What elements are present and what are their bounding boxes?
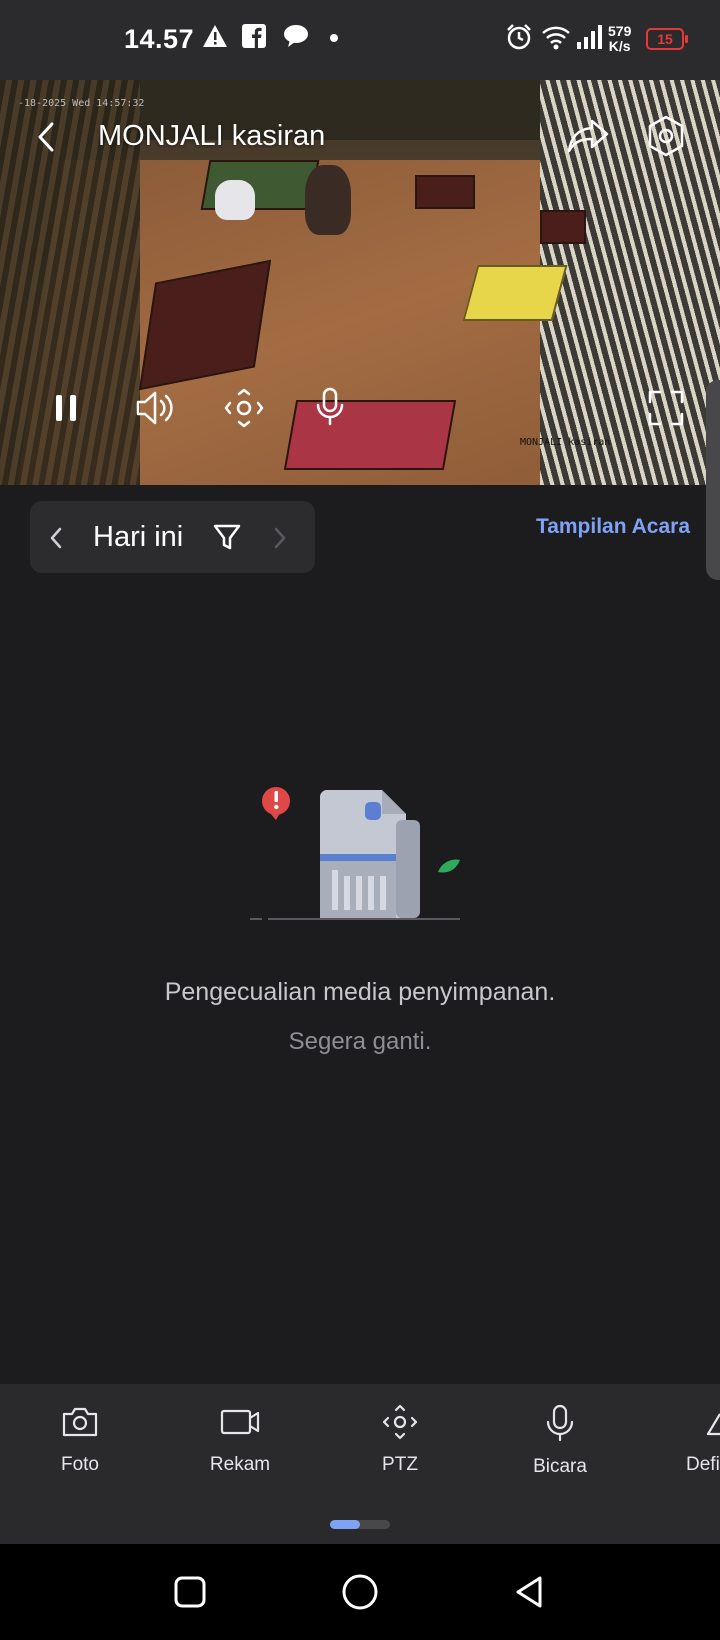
- video-record-icon: [220, 1409, 260, 1435]
- camera-icon: [62, 1407, 98, 1437]
- camera-title: MONJALI kasiran: [98, 120, 326, 152]
- ptz-label: PTZ: [382, 1454, 418, 1475]
- talk-label: Bicara: [533, 1456, 587, 1477]
- side-panel-handle[interactable]: [706, 380, 720, 580]
- photo-label: Foto: [60, 1454, 100, 1475]
- toolbar-page-indicator: [330, 1520, 390, 1529]
- event-view-link[interactable]: Tampilan Acara: [536, 515, 690, 539]
- scene-table: [415, 175, 475, 209]
- home-icon[interactable]: [340, 1572, 380, 1612]
- record-label: Rekam: [209, 1454, 271, 1475]
- volume-icon[interactable]: [134, 388, 178, 428]
- chat-icon: [284, 25, 308, 47]
- network-speed: 579 K/s: [608, 24, 631, 54]
- mic-icon[interactable]: [314, 386, 346, 428]
- next-day-icon[interactable]: [270, 525, 290, 551]
- facebook-icon: [242, 24, 266, 48]
- system-navigation-bar: [0, 1544, 720, 1640]
- ptz-button[interactable]: PTZ: [340, 1404, 460, 1476]
- photo-button[interactable]: Foto: [20, 1404, 140, 1476]
- record-button[interactable]: Rekam: [180, 1404, 300, 1476]
- ptz-icon: [382, 1404, 418, 1440]
- battery-icon: 15: [646, 28, 688, 50]
- video-timestamp: -18-2025 Wed 14:57:32: [18, 98, 145, 109]
- fullscreen-icon[interactable]: [646, 388, 686, 428]
- video-camera-label: MONJALI kasiran: [520, 437, 611, 448]
- scene-table: [462, 265, 568, 321]
- definition-label: Defi: [686, 1454, 720, 1475]
- alarm-icon: [507, 24, 531, 50]
- pause-icon[interactable]: [52, 392, 82, 424]
- action-toolbar: Foto Rekam PTZ Bicara Defi: [0, 1384, 720, 1544]
- scene-table: [540, 210, 586, 244]
- scene-person: [305, 165, 351, 235]
- dot-icon: [330, 34, 338, 42]
- talk-button[interactable]: Bicara: [500, 1404, 620, 1478]
- wifi-icon: [542, 26, 570, 50]
- back-nav-icon[interactable]: [512, 1574, 548, 1610]
- share-icon[interactable]: [566, 118, 610, 154]
- network-speed-value: 579: [608, 23, 632, 39]
- filter-icon[interactable]: [211, 521, 243, 553]
- warning-icon: [203, 25, 227, 47]
- status-time: 14.57: [124, 24, 195, 54]
- date-label[interactable]: Hari ini: [93, 521, 183, 554]
- network-speed-unit: K/s: [608, 38, 631, 54]
- back-icon[interactable]: [34, 120, 58, 154]
- mic-icon: [546, 1404, 574, 1442]
- definition-icon: [706, 1413, 720, 1436]
- definition-button[interactable]: Defi: [676, 1404, 720, 1476]
- date-selector: Hari ini: [30, 501, 315, 573]
- scene-table: [283, 400, 457, 470]
- empty-state-message: Pengecualian media penyimpanan.: [164, 978, 556, 1006]
- ptz-icon[interactable]: [222, 388, 266, 428]
- previous-day-icon[interactable]: [46, 525, 66, 551]
- camera-live-view[interactable]: -18-2025 Wed 14:57:32 MONJALI kasiran MO…: [0, 80, 720, 485]
- scene-person: [215, 180, 255, 220]
- battery-level: 15: [657, 31, 673, 47]
- signal-icon: [577, 25, 602, 49]
- settings-icon[interactable]: [644, 114, 688, 158]
- status-bar: 14.57 579 K/s 15: [0, 0, 720, 80]
- storage-error-illustration: [250, 787, 460, 920]
- empty-state-submessage: Segera ganti.: [288, 1028, 432, 1055]
- recents-icon[interactable]: [172, 1574, 208, 1610]
